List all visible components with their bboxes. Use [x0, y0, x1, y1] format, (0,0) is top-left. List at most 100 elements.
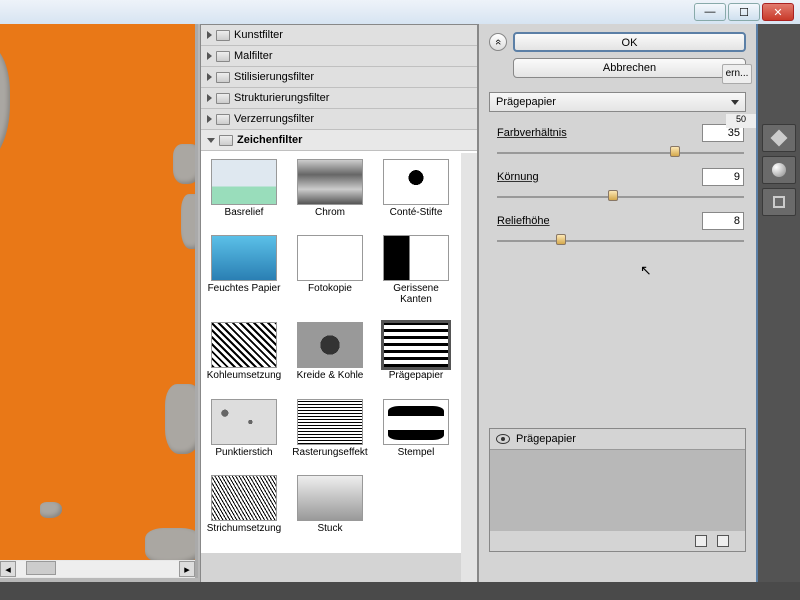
filter-thumbnail: [383, 235, 449, 281]
filter-thumbnail: [211, 475, 277, 521]
category-label: Verzerrungsfilter: [234, 113, 314, 125]
cancel-button[interactable]: Abbrechen: [513, 58, 746, 78]
folder-icon: [216, 30, 230, 41]
filter-cont-stifte[interactable]: Conté-Stifte: [377, 159, 455, 229]
category-kunstfilter[interactable]: Kunstfilter: [201, 25, 477, 46]
minimize-button[interactable]: —: [694, 3, 726, 21]
disclosure-triangle-icon: [207, 138, 215, 143]
slider-knob[interactable]: [556, 234, 566, 245]
category-verzerrungsfilter[interactable]: Verzerrungsfilter: [201, 109, 477, 130]
category-strukturierungsfilter[interactable]: Strukturierungsfilter: [201, 88, 477, 109]
filter-thumbnail: [297, 235, 363, 281]
preview-image: [0, 24, 195, 564]
folder-icon: [216, 114, 230, 125]
param-label: Reliefhöhe: [497, 215, 550, 227]
filter-label: Chrom: [315, 207, 345, 218]
category-label: Zeichenfilter: [237, 134, 302, 146]
folder-icon: [216, 72, 230, 83]
filter-label: Basrelief: [225, 207, 264, 218]
disclosure-triangle-icon: [207, 115, 212, 123]
filter-settings-panel: « OK Abbrechen Prägepapier Farbverhältni…: [478, 24, 758, 600]
param-slider[interactable]: [497, 190, 744, 204]
disclosure-triangle-icon: [207, 94, 212, 102]
folder-icon: [216, 93, 230, 104]
effect-layers-panel: Prägepapier: [489, 428, 746, 552]
filter-thumbnail: [297, 322, 363, 368]
category-stilisierungsfilter[interactable]: Stilisierungsfilter: [201, 67, 477, 88]
param-reliefhöhe: Reliefhöhe 8: [479, 206, 756, 250]
filter-thumbnails-grid: Basrelief Chrom Conté-Stifte Feuchtes Pa…: [201, 151, 477, 553]
scroll-left-icon[interactable]: ◂: [0, 561, 16, 577]
scroll-thumb[interactable]: [26, 561, 56, 575]
filter-kreide-kohle[interactable]: Kreide & Kohle: [291, 322, 369, 392]
filter-basrelief[interactable]: Basrelief: [205, 159, 283, 229]
tool-crop-icon[interactable]: [762, 188, 796, 216]
folder-icon: [216, 51, 230, 62]
filter-stempel[interactable]: Stempel: [377, 399, 455, 469]
category-zeichenfilter[interactable]: Zeichenfilter: [201, 130, 477, 151]
filter-label: Kohleumsetzung: [207, 370, 282, 381]
filter-thumbnail: [211, 399, 277, 445]
filter-fotokopie[interactable]: Fotokopie: [291, 235, 369, 316]
maximize-button[interactable]: ☐: [728, 3, 760, 21]
filter-kohleumsetzung[interactable]: Kohleumsetzung: [205, 322, 283, 392]
filter-categories-panel: Kunstfilter Malfilter Stilisierungsfilte…: [200, 24, 478, 600]
ruler-mark: 50: [726, 114, 756, 128]
filter-thumbnail: [297, 475, 363, 521]
status-bar: [0, 582, 800, 600]
new-effect-layer-icon[interactable]: [695, 535, 707, 547]
disclosure-triangle-icon: [207, 52, 212, 60]
param-label: Körnung: [497, 171, 539, 183]
filter-label: Stuck: [317, 523, 342, 534]
filter-label: Gerissene Kanten: [377, 283, 455, 305]
param-slider[interactable]: [497, 146, 744, 160]
effect-layer-name: Prägepapier: [516, 433, 576, 445]
param-körnung: Körnung 9: [479, 162, 756, 206]
scroll-right-icon[interactable]: ▸: [179, 561, 195, 577]
ok-button[interactable]: OK: [513, 32, 746, 52]
gallery-vscrollbar[interactable]: [461, 153, 477, 599]
filter-thumbnail: [211, 159, 277, 205]
ern-button[interactable]: ern...: [722, 64, 752, 84]
filter-pr-gepapier[interactable]: Prägepapier: [377, 322, 455, 392]
visibility-eye-icon[interactable]: [496, 434, 510, 444]
preview-hscrollbar[interactable]: ◂ ▸: [0, 560, 195, 578]
filter-thumbnail: [297, 159, 363, 205]
tools-sidebar: [758, 24, 800, 600]
filter-gallery-dialog: ◂ ▸ Kunstfilter Malfilter Stilisierungsf…: [0, 24, 800, 600]
param-slider[interactable]: [497, 234, 744, 248]
filter-feuchtes-papier[interactable]: Feuchtes Papier: [205, 235, 283, 316]
filter-stuck[interactable]: Stuck: [291, 475, 369, 545]
param-value-input[interactable]: 8: [702, 212, 744, 230]
category-label: Kunstfilter: [234, 29, 283, 41]
tool-layers-icon[interactable]: [762, 124, 796, 152]
filter-thumbnail: [383, 399, 449, 445]
delete-effect-layer-icon[interactable]: [717, 535, 729, 547]
close-button[interactable]: ✕: [762, 3, 794, 21]
folder-icon: [219, 135, 233, 146]
filter-label: Stempel: [398, 447, 435, 458]
tool-sphere-icon[interactable]: [762, 156, 796, 184]
filter-gerissene-kanten[interactable]: Gerissene Kanten: [377, 235, 455, 316]
slider-knob[interactable]: [670, 146, 680, 157]
filter-rasterungseffekt[interactable]: Rasterungseffekt: [291, 399, 369, 469]
filter-thumbnail: [383, 322, 449, 368]
category-label: Malfilter: [234, 50, 273, 62]
filter-label: Punktierstich: [215, 447, 272, 458]
filter-label: Kreide & Kohle: [297, 370, 364, 381]
param-value-input[interactable]: 9: [702, 168, 744, 186]
effect-layer-row[interactable]: Prägepapier: [490, 429, 745, 450]
filter-label: Strichumsetzung: [207, 523, 281, 534]
filter-selector-dropdown[interactable]: Prägepapier: [489, 92, 746, 112]
filter-punktierstich[interactable]: Punktierstich: [205, 399, 283, 469]
filter-strichumsetzung[interactable]: Strichumsetzung: [205, 475, 283, 545]
category-label: Strukturierungsfilter: [234, 92, 329, 104]
filter-label: Fotokopie: [308, 283, 352, 294]
dropdown-arrow-icon: [731, 100, 739, 105]
filter-chrom[interactable]: Chrom: [291, 159, 369, 229]
filter-label: Prägepapier: [389, 370, 443, 381]
collapse-button[interactable]: «: [489, 33, 507, 51]
disclosure-triangle-icon: [207, 73, 212, 81]
slider-knob[interactable]: [608, 190, 618, 201]
category-malfilter[interactable]: Malfilter: [201, 46, 477, 67]
